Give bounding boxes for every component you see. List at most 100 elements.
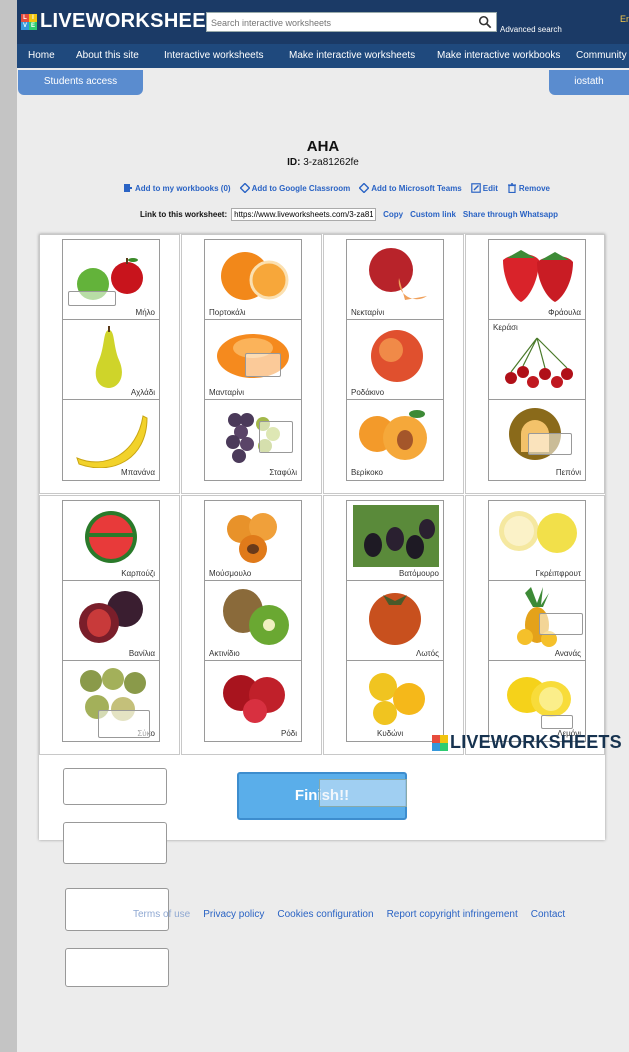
blackberry-image	[353, 505, 439, 567]
fruit-cell: Ρόδι	[204, 660, 302, 742]
advanced-search-link[interactable]: Advanced search	[500, 25, 562, 34]
nav-make-worksheets[interactable]: Make interactive worksheets	[289, 50, 415, 61]
students-access-tab[interactable]: Students access	[18, 70, 143, 95]
nav-community[interactable]: Community	[576, 50, 627, 61]
fruit-cell: Λωτός	[346, 580, 444, 662]
browser-left-strip	[0, 0, 17, 1052]
pomegranate-image	[223, 675, 285, 723]
answer-field[interactable]	[68, 291, 116, 306]
answer-field[interactable]	[98, 710, 150, 738]
privacy-link[interactable]: Privacy policy	[203, 909, 264, 920]
workbook-add-icon	[124, 184, 132, 192]
answer-field[interactable]	[319, 779, 407, 807]
nav-about[interactable]: About this site	[76, 50, 139, 61]
worksheet-link-row: Link to this worksheet: Copy Custom link…	[140, 208, 558, 221]
edit-icon	[470, 183, 481, 193]
worksheet-id-label: ID:	[287, 157, 301, 168]
fruit-label: Σταφύλι	[269, 468, 297, 477]
fruit-label: Κεράσι	[493, 323, 518, 332]
fruit-label: Βατόμουρο	[398, 569, 439, 578]
loquat-image	[227, 513, 277, 563]
add-to-google-classroom-button[interactable]: Add to Google Classroom	[239, 183, 350, 193]
worksheet-actions: Add to my workbooks (0) Add to Google Cl…	[123, 183, 550, 193]
worksheet-canvas: Μήλο Αχλάδι Μπανάνα Πορτοκάλι Μανταρίνι …	[39, 234, 622, 852]
answer-field[interactable]	[65, 948, 169, 987]
nav-home[interactable]: Home	[28, 50, 55, 61]
answer-field-continuation[interactable]	[63, 840, 167, 864]
fruit-cell: Αχλάδι	[62, 319, 160, 401]
fruit-cell: Μπανάνα	[62, 399, 160, 481]
banana-image	[76, 415, 148, 468]
quince-image	[369, 673, 425, 725]
watermelon-image	[85, 511, 137, 563]
fruit-cell: Λεμόνι	[488, 660, 586, 742]
answer-field[interactable]	[245, 353, 281, 377]
answer-field[interactable]	[541, 715, 573, 729]
fruit-label: Πορτοκάλι	[209, 308, 246, 317]
cherry-image	[505, 337, 573, 388]
fruit-card-8: Γκρέιπφρουτ Ανανάς Λεμόνι	[465, 495, 605, 755]
grapefruit-image	[499, 511, 577, 553]
fruit-label: Μήλο	[135, 308, 155, 317]
worksheet-title: AHA	[306, 138, 340, 155]
user-tab[interactable]: iostath	[549, 70, 629, 95]
report-link[interactable]: Report copyright infringement	[387, 909, 518, 920]
fruit-label: Πεπόνι	[555, 468, 581, 477]
fruit-cell: Γκρέιπφρουτ	[488, 500, 586, 582]
brand-logo[interactable]: LI VE LIVEWORKSHEETS	[21, 10, 232, 33]
fruit-cell: Κεράσι	[488, 319, 586, 401]
orange-image	[221, 252, 289, 300]
remove-button[interactable]: Remove	[507, 183, 550, 193]
logo-icon	[432, 734, 448, 751]
nectarine-image	[369, 248, 427, 300]
nav-make-workbooks[interactable]: Make interactive workbooks	[437, 50, 560, 61]
fruit-label: Καρπούζι	[121, 569, 155, 578]
fruit-label: Αχλάδι	[130, 388, 155, 397]
fruit-label: Λωτός	[416, 649, 439, 658]
answer-field[interactable]	[63, 768, 167, 805]
peach-image	[371, 330, 423, 382]
add-to-workbooks-button[interactable]: Add to my workbooks (0)	[123, 183, 231, 193]
nav-interactive-worksheets[interactable]: Interactive worksheets	[164, 50, 264, 61]
fruit-cell: Μήλο	[62, 239, 160, 321]
search-box	[206, 12, 497, 32]
answer-field[interactable]	[528, 433, 572, 455]
page: LI VE LIVEWORKSHEETS Advanced search Eng…	[17, 0, 629, 1052]
fruit-label: Φράουλα	[548, 308, 581, 317]
cookies-link[interactable]: Cookies configuration	[277, 909, 373, 920]
link-label: Link to this worksheet:	[140, 210, 228, 219]
language-link[interactable]: Engl	[620, 14, 629, 24]
fruit-cell: Βερίκοκο	[346, 399, 444, 481]
edit-button[interactable]: Edit	[470, 183, 498, 193]
liveworksheets-watermark: LIVEWORKSHEETS	[432, 732, 622, 753]
terms-link[interactable]: Terms of use	[133, 909, 190, 920]
fruit-card-3: Νεκταρίνι Ροδάκινο Βερίκοκο	[323, 234, 464, 494]
search-icon[interactable]	[478, 15, 492, 29]
copy-link-button[interactable]: Copy	[383, 210, 403, 219]
logo-icon: LI VE	[21, 13, 37, 30]
search-input[interactable]	[207, 14, 467, 32]
add-to-microsoft-teams-button[interactable]: Add to Microsoft Teams	[359, 183, 462, 193]
watermark-text: LIVEWORKSHEETS	[450, 732, 622, 752]
fruit-cell: Φράουλα	[488, 239, 586, 321]
fruit-label: Κυδώνι	[377, 729, 404, 738]
fruit-card-7: Βατόμουρο Λωτός Κυδώνι	[323, 495, 464, 755]
persimmon-image	[369, 593, 421, 645]
answer-field[interactable]	[539, 613, 583, 635]
trash-icon	[507, 183, 516, 193]
worksheet-link-field[interactable]	[231, 208, 377, 221]
fruit-label: Ανανάς	[554, 649, 581, 658]
apricot-image	[359, 410, 427, 460]
custom-link-button[interactable]: Custom link	[410, 210, 456, 219]
fruit-card-1: Μήλο Αχλάδι Μπανάνα	[39, 234, 180, 494]
fruit-cell: Ακτινίδιο	[204, 580, 302, 662]
top-bar: LI VE LIVEWORKSHEETS Advanced search Eng…	[17, 0, 629, 44]
fruit-label: Μανταρίνι	[209, 388, 245, 397]
diamond-icon	[359, 183, 370, 193]
answer-field[interactable]	[259, 421, 293, 453]
fruit-label: Γκρέιπφρουτ	[535, 569, 581, 578]
contact-link[interactable]: Contact	[531, 909, 565, 920]
share-whatsapp-button[interactable]: Share through Whatsapp	[463, 210, 558, 219]
diamond-icon	[239, 183, 250, 193]
fruit-cell: Καρπούζι	[62, 500, 160, 582]
